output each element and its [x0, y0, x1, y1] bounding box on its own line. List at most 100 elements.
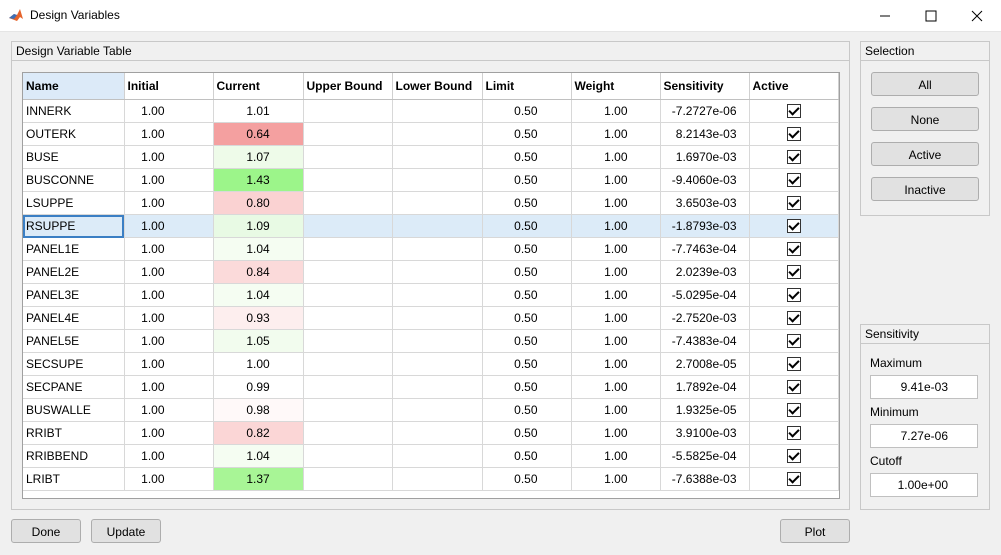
cell-name[interactable]: INNERK — [23, 99, 125, 123]
cell-sensitivity[interactable]: -1.8793e-03 — [660, 214, 750, 238]
cell-name[interactable]: RSUPPE — [23, 214, 125, 238]
cell-initial[interactable]: 1.00 — [124, 145, 214, 169]
cell-sensitivity[interactable]: 1.6970e-03 — [660, 145, 750, 169]
cell-limit[interactable]: 0.50 — [482, 352, 572, 376]
table-row[interactable]: LSUPPE 1.00 0.80 0.50 1.00 3.6503e-03 — [23, 191, 839, 215]
cell-name[interactable]: PANEL2E — [23, 260, 125, 284]
cell-limit[interactable]: 0.50 — [482, 329, 572, 353]
select-active-button[interactable]: Active — [871, 142, 979, 166]
active-checkbox[interactable] — [786, 196, 801, 211]
cell-weight[interactable]: 1.00 — [571, 306, 661, 330]
cell-limit[interactable]: 0.50 — [482, 214, 572, 238]
cell-name[interactable]: RRIBBEND — [23, 444, 125, 468]
cell-upper-bound[interactable] — [303, 375, 393, 399]
cell-sensitivity[interactable]: -7.4383e-04 — [660, 329, 750, 353]
cell-name[interactable]: PANEL4E — [23, 306, 125, 330]
cell-upper-bound[interactable] — [303, 237, 393, 261]
cell-name[interactable]: OUTERK — [23, 122, 125, 146]
col-header-upper-bound[interactable]: Upper Bound — [303, 73, 393, 100]
cell-upper-bound[interactable] — [303, 421, 393, 445]
cell-initial[interactable]: 1.00 — [124, 191, 214, 215]
cell-weight[interactable]: 1.00 — [571, 168, 661, 192]
active-checkbox[interactable] — [786, 472, 801, 487]
cell-upper-bound[interactable] — [303, 444, 393, 468]
active-checkbox[interactable] — [786, 104, 801, 119]
cell-name[interactable]: LSUPPE — [23, 191, 125, 215]
cell-initial[interactable]: 1.00 — [124, 168, 214, 192]
cell-initial[interactable]: 1.00 — [124, 306, 214, 330]
cell-lower-bound[interactable] — [392, 444, 483, 468]
cell-initial[interactable]: 1.00 — [124, 99, 214, 123]
cell-upper-bound[interactable] — [303, 122, 393, 146]
cell-sensitivity[interactable]: -7.7463e-04 — [660, 237, 750, 261]
cell-lower-bound[interactable] — [392, 421, 483, 445]
cell-initial[interactable]: 1.00 — [124, 467, 214, 491]
cell-current[interactable]: 0.98 — [213, 398, 304, 422]
cell-lower-bound[interactable] — [392, 99, 483, 123]
cell-upper-bound[interactable] — [303, 283, 393, 307]
select-inactive-button[interactable]: Inactive — [871, 177, 979, 201]
cell-weight[interactable]: 1.00 — [571, 421, 661, 445]
cell-current[interactable]: 1.04 — [213, 283, 304, 307]
cell-lower-bound[interactable] — [392, 237, 483, 261]
cell-limit[interactable]: 0.50 — [482, 260, 572, 284]
cell-weight[interactable]: 1.00 — [571, 260, 661, 284]
cell-weight[interactable]: 1.00 — [571, 99, 661, 123]
cell-weight[interactable]: 1.00 — [571, 191, 661, 215]
cell-limit[interactable]: 0.50 — [482, 467, 572, 491]
cell-initial[interactable]: 1.00 — [124, 329, 214, 353]
cell-limit[interactable]: 0.50 — [482, 145, 572, 169]
cell-limit[interactable]: 0.50 — [482, 168, 572, 192]
active-checkbox[interactable] — [786, 357, 801, 372]
select-none-button[interactable]: None — [871, 107, 979, 131]
cell-lower-bound[interactable] — [392, 214, 483, 238]
cell-weight[interactable]: 1.00 — [571, 398, 661, 422]
cell-sensitivity[interactable]: -5.5825e-04 — [660, 444, 750, 468]
cell-name[interactable]: LRIBT — [23, 467, 125, 491]
plot-button[interactable]: Plot — [780, 519, 850, 543]
close-button[interactable] — [954, 0, 1000, 31]
cell-weight[interactable]: 1.00 — [571, 444, 661, 468]
cell-upper-bound[interactable] — [303, 306, 393, 330]
cell-name[interactable]: PANEL1E — [23, 237, 125, 261]
cell-weight[interactable]: 1.00 — [571, 145, 661, 169]
cell-limit[interactable]: 0.50 — [482, 283, 572, 307]
active-checkbox[interactable] — [786, 242, 801, 257]
cell-limit[interactable]: 0.50 — [482, 191, 572, 215]
cell-upper-bound[interactable] — [303, 467, 393, 491]
cell-current[interactable]: 0.84 — [213, 260, 304, 284]
cell-limit[interactable]: 0.50 — [482, 444, 572, 468]
cell-name[interactable]: PANEL3E — [23, 283, 125, 307]
cell-lower-bound[interactable] — [392, 260, 483, 284]
cell-name[interactable]: RRIBT — [23, 421, 125, 445]
cutoff-input[interactable]: 1.00e+00 — [870, 473, 978, 497]
cell-upper-bound[interactable] — [303, 214, 393, 238]
col-header-name[interactable]: Name — [23, 73, 125, 100]
cell-limit[interactable]: 0.50 — [482, 122, 572, 146]
cell-initial[interactable]: 1.00 — [124, 398, 214, 422]
cell-weight[interactable]: 1.00 — [571, 214, 661, 238]
cell-current[interactable]: 1.00 — [213, 352, 304, 376]
cell-current[interactable]: 1.05 — [213, 329, 304, 353]
done-button[interactable]: Done — [11, 519, 81, 543]
cell-sensitivity[interactable]: 2.7008e-05 — [660, 352, 750, 376]
cell-initial[interactable]: 1.00 — [124, 352, 214, 376]
table-row[interactable]: RRIBT 1.00 0.82 0.50 1.00 3.9100e-03 — [23, 421, 839, 445]
cell-current[interactable]: 1.43 — [213, 168, 304, 192]
cell-sensitivity[interactable]: -7.2727e-06 — [660, 99, 750, 123]
cell-sensitivity[interactable]: 1.9325e-05 — [660, 398, 750, 422]
active-checkbox[interactable] — [786, 334, 801, 349]
col-header-active[interactable]: Active — [749, 73, 839, 100]
table-row[interactable]: SECPANE 1.00 0.99 0.50 1.00 1.7892e-04 — [23, 375, 839, 399]
cell-current[interactable]: 1.04 — [213, 237, 304, 261]
table-row[interactable]: BUSWALLE 1.00 0.98 0.50 1.00 1.9325e-05 — [23, 398, 839, 422]
cell-current[interactable]: 1.37 — [213, 467, 304, 491]
active-checkbox[interactable] — [786, 219, 801, 234]
cell-lower-bound[interactable] — [392, 398, 483, 422]
select-all-button[interactable]: All — [871, 72, 979, 96]
cell-name[interactable]: BUSWALLE — [23, 398, 125, 422]
cell-name[interactable]: BUSCONNE — [23, 168, 125, 192]
cell-limit[interactable]: 0.50 — [482, 306, 572, 330]
cell-lower-bound[interactable] — [392, 122, 483, 146]
table-row[interactable]: BUSE 1.00 1.07 0.50 1.00 1.6970e-03 — [23, 145, 839, 169]
